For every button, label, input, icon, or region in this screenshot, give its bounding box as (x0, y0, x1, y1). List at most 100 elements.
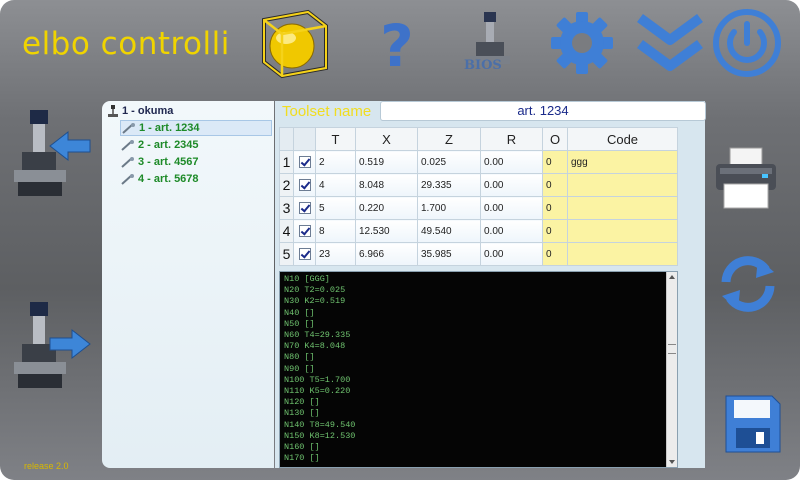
help-icon[interactable]: ? (372, 12, 422, 76)
collapse-icon[interactable] (636, 12, 704, 74)
row-number: 5 (279, 242, 294, 266)
cell-o[interactable]: 0 (542, 173, 568, 197)
row-checkbox[interactable] (293, 173, 316, 197)
power-icon[interactable] (712, 8, 782, 78)
col-header-t: T (315, 127, 356, 151)
brand-logo: elbo controlli (22, 26, 230, 62)
cell-x[interactable]: 0.519 (355, 150, 418, 174)
console-scrollbar[interactable] (666, 272, 677, 467)
cell-z[interactable]: 35.985 (417, 242, 481, 266)
check-icon (298, 179, 311, 191)
bios-label: BIOS (464, 58, 502, 73)
cell-code[interactable] (567, 242, 678, 266)
console-line: N170 [] (284, 453, 320, 464)
row-checkbox[interactable] (293, 150, 316, 174)
bios-icon[interactable]: BIOS (460, 8, 520, 78)
release-label: release 2.0 (24, 461, 69, 471)
cell-r[interactable]: 0.00 (480, 150, 543, 174)
cell-x[interactable]: 12.530 (355, 219, 418, 243)
cell-o[interactable]: 0 (542, 242, 568, 266)
save-icon[interactable] (722, 392, 784, 461)
toolset-name-label: Toolset name (282, 103, 372, 120)
tree-root-label: 1 - okuma (122, 105, 174, 117)
cell-code[interactable] (567, 196, 678, 220)
console-line: N140 T8=49.540 (284, 419, 356, 430)
cell-z[interactable]: 29.335 (417, 173, 481, 197)
console-line: N90 [] (284, 363, 315, 374)
console-line: N110 K5=0.220 (284, 386, 351, 397)
refresh-icon[interactable] (716, 252, 780, 321)
row-checkbox[interactable] (293, 219, 316, 243)
col-header-r: R (480, 127, 543, 151)
table-row[interactable]: 4 8 12.530 49.540 0.00 0 (279, 219, 678, 243)
console-line: N100 T5=1.700 (284, 374, 351, 385)
cell-o[interactable]: 0 (542, 219, 568, 243)
col-header-z: Z (417, 127, 481, 151)
tool-offset-table: T X Z R O Code 1 2 0.519 0.025 0.00 0 gg… (279, 127, 678, 266)
cell-x[interactable]: 8.048 (355, 173, 418, 197)
cell-r[interactable]: 0.00 (480, 219, 543, 243)
console-line: N20 T2=0.025 (284, 285, 346, 296)
app-window: elbo controlli ? BIOS release 2.0 1 - ok… (0, 0, 800, 480)
toolset-tree: 1 - okuma 1 - art. 1234 2 - art. 2345 3 … (102, 101, 274, 468)
console-line: N160 [] (284, 442, 320, 453)
cell-code[interactable] (567, 219, 678, 243)
console-line: N40 [] (284, 307, 315, 318)
table-row[interactable]: 1 2 0.519 0.025 0.00 0 ggg (279, 150, 678, 174)
table-row[interactable]: 5 23 6.966 35.985 0.00 0 (279, 242, 678, 266)
row-number: 3 (279, 196, 294, 220)
row-checkbox[interactable] (293, 196, 316, 220)
tool-icon (121, 140, 134, 151)
tree-item-label: 1 - art. 1234 (139, 122, 200, 134)
console-line: N120 [] (284, 397, 320, 408)
console-line: N80 [] (284, 352, 315, 363)
cell-z[interactable]: 1.700 (417, 196, 481, 220)
toolset-name-input[interactable]: art. 1234 (380, 101, 706, 121)
tree-item-label: 3 - art. 4567 (138, 156, 199, 168)
print-icon[interactable] (712, 144, 780, 219)
console-line: N10 [GGG] (284, 274, 330, 284)
cell-t[interactable]: 8 (315, 219, 356, 243)
console-lines: N10 [GGG] N20 T2=0.025 N30 K2=0.519 N40 [] N… (284, 274, 677, 464)
console-line: N70 K4=8.048 (284, 341, 346, 352)
cell-r[interactable]: 0.00 (480, 173, 543, 197)
scroll-down-icon[interactable] (669, 460, 675, 464)
tree-item-4[interactable]: 4 - art. 5678 (120, 171, 272, 187)
cell-r[interactable]: 0.00 (480, 242, 543, 266)
machine-icon (108, 105, 118, 117)
import-toolset-icon[interactable] (10, 108, 94, 209)
row-checkbox[interactable] (293, 242, 316, 266)
row-number: 1 (279, 150, 294, 174)
cell-t[interactable]: 4 (315, 173, 356, 197)
tree-item-2[interactable]: 2 - art. 2345 (120, 137, 272, 153)
tree-item-3[interactable]: 3 - art. 4567 (120, 154, 272, 170)
settings-icon[interactable] (548, 10, 618, 76)
cell-x[interactable]: 6.966 (355, 242, 418, 266)
cell-code[interactable]: ggg (567, 150, 678, 174)
cell-t[interactable]: 5 (315, 196, 356, 220)
tree-item-1[interactable]: 1 - art. 1234 (120, 120, 272, 136)
console-line: N130 [] (284, 408, 320, 419)
col-header-index (279, 127, 294, 151)
cell-o[interactable]: 0 (542, 196, 568, 220)
cell-x[interactable]: 0.220 (355, 196, 418, 220)
svg-text:?: ? (380, 12, 414, 76)
tool-cube-icon[interactable] (256, 6, 332, 82)
cell-z[interactable]: 49.540 (417, 219, 481, 243)
table-row[interactable]: 3 5 0.220 1.700 0.00 0 (279, 196, 678, 220)
cell-t[interactable]: 23 (315, 242, 356, 266)
col-header-code: Code (567, 127, 678, 151)
cell-code[interactable] (567, 173, 678, 197)
cell-o[interactable]: 0 (542, 150, 568, 174)
cell-z[interactable]: 0.025 (417, 150, 481, 174)
tool-icon (121, 174, 134, 185)
nc-program-console[interactable]: N10 [GGG] N20 T2=0.025 N30 K2=0.519 N40 [] N… (279, 271, 678, 468)
cell-r[interactable]: 0.00 (480, 196, 543, 220)
export-toolset-icon[interactable] (10, 300, 94, 405)
tree-root-node[interactable]: 1 - okuma (106, 104, 173, 118)
scroll-thumb[interactable] (668, 344, 676, 354)
console-line: N30 K2=0.519 (284, 296, 346, 307)
scroll-up-icon[interactable] (669, 275, 675, 279)
table-row[interactable]: 2 4 8.048 29.335 0.00 0 (279, 173, 678, 197)
cell-t[interactable]: 2 (315, 150, 356, 174)
